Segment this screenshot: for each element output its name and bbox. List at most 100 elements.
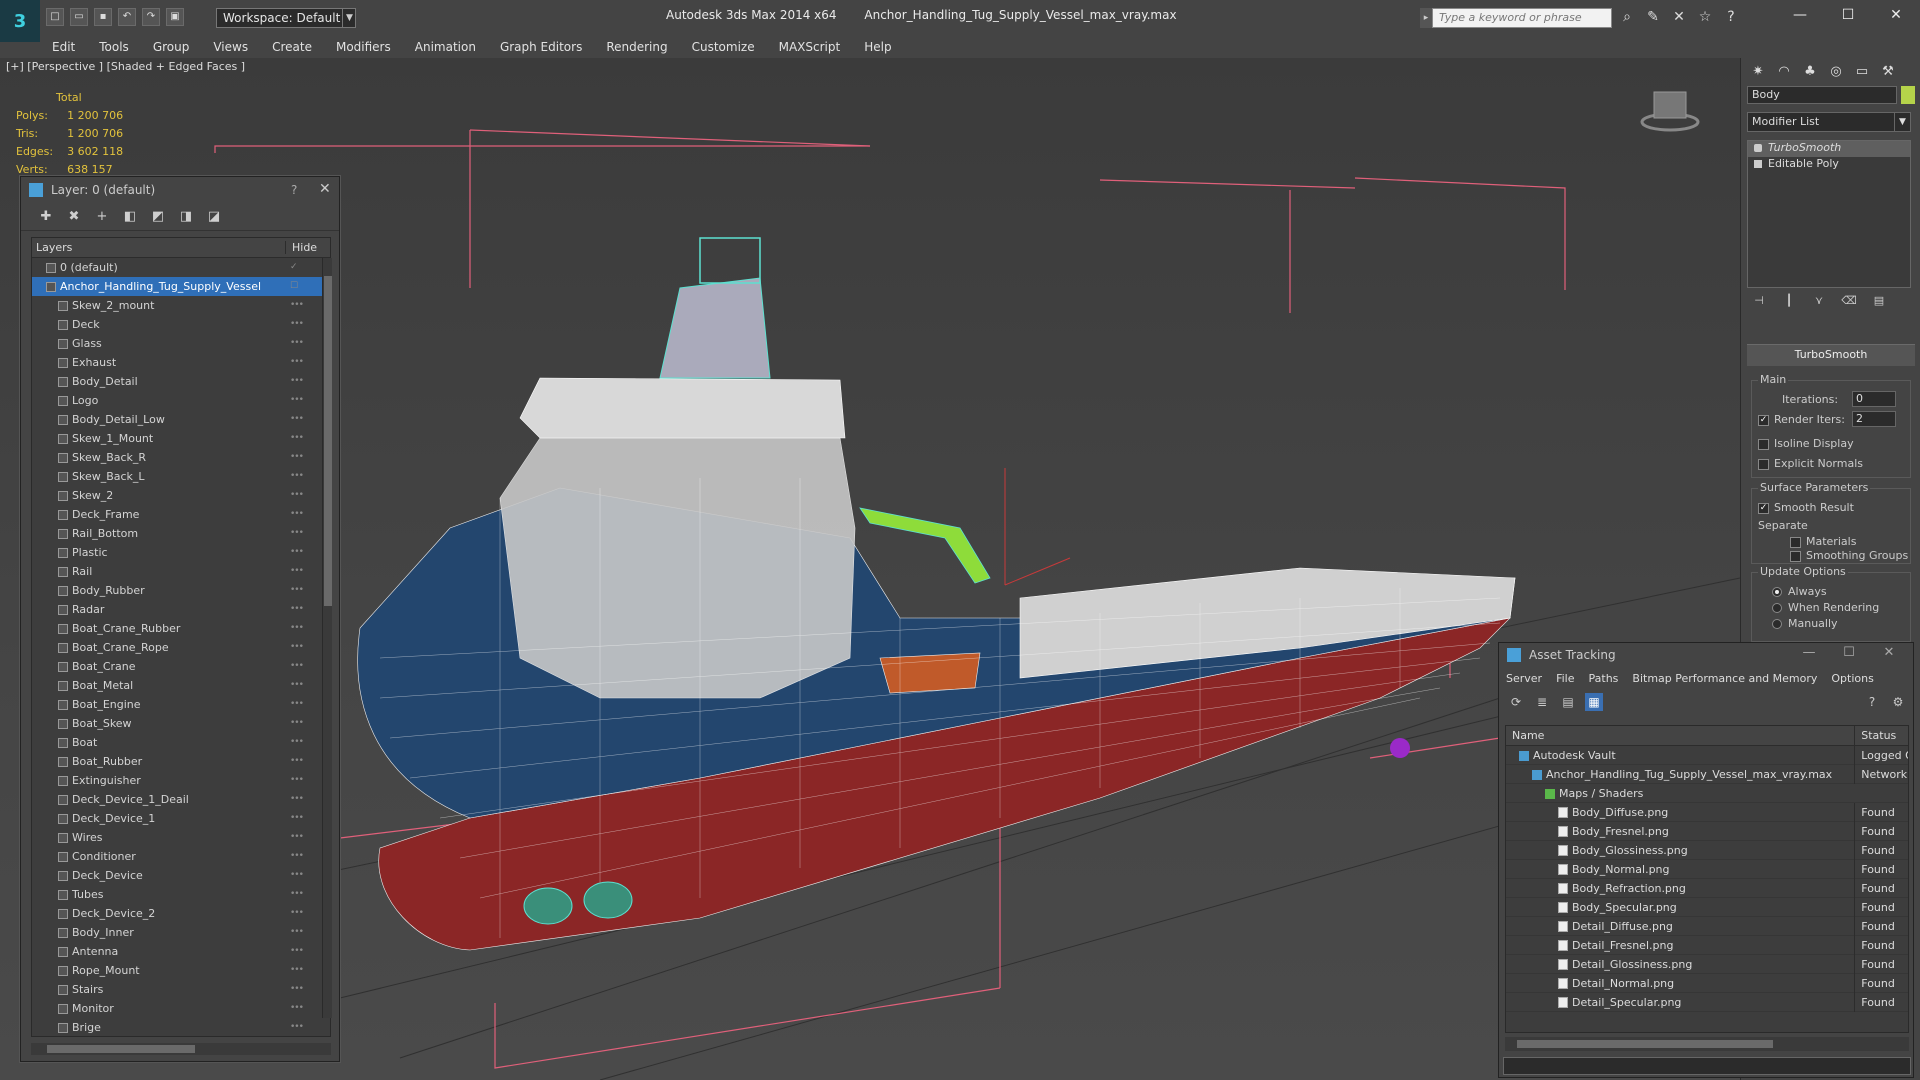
layer-row[interactable]: Exhaust ••• [32,353,330,372]
layer-row[interactable]: Deck_Device_1_Deail ••• [32,790,330,809]
undo-icon[interactable]: ↶ [118,8,136,26]
asset-menu-bitmap-performance-and-memory[interactable]: Bitmap Performance and Memory [1625,672,1824,685]
hide-toggle-icon[interactable]: ☐ [290,281,304,291]
hide-toggle-icon[interactable]: ••• [290,813,304,823]
explicit-normals-checkbox[interactable] [1758,459,1769,470]
turbosmooth-rollout-header[interactable]: TurboSmooth [1747,344,1915,366]
asset-row[interactable]: Body_Refraction.png Found [1506,878,1908,898]
show-end-result-icon[interactable]: ┃ [1781,294,1797,310]
asset-hscroll-thumb[interactable] [1517,1040,1773,1048]
asset-horizontal-scrollbar[interactable] [1505,1037,1909,1051]
asset-close-icon[interactable]: ✕ [1869,645,1909,660]
layer-row[interactable]: Conditioner ••• [32,847,330,866]
hide-toggle-icon[interactable]: ••• [290,870,304,880]
asset-menu-file[interactable]: File [1549,672,1581,685]
hide-toggle-icon[interactable]: ••• [290,585,304,595]
utilities-tab-icon[interactable]: ⚒ [1877,62,1899,82]
hide-toggle-icon[interactable]: ••• [290,775,304,785]
hierarchy-tab-icon[interactable]: ♣ [1799,62,1821,82]
asset-row[interactable]: Detail_Glossiness.png Found [1506,954,1908,974]
layer-row[interactable]: Logo ••• [32,391,330,410]
remove-modifier-icon[interactable]: ⌫ [1841,294,1857,310]
communication-center-icon[interactable]: ✎ [1644,8,1662,26]
layer-vertical-scrollbar[interactable] [322,258,332,1018]
smooth-result-checkbox[interactable]: ✓ [1758,503,1769,514]
layer-row[interactable]: Body_Inner ••• [32,923,330,942]
create-tab-icon[interactable]: ✷ [1747,62,1769,82]
layer-window-titlebar[interactable]: Layer: 0 (default) ? ✕ [21,177,339,203]
asset-settings-icon[interactable]: ⚙ [1889,693,1907,711]
hide-toggle-icon[interactable]: ••• [290,376,304,386]
status-column-header[interactable]: Status [1854,726,1908,745]
layer-row[interactable]: Brige ••• [32,1018,330,1037]
layer-row[interactable]: Anchor_Handling_Tug_Supply_Vessel ☐ [32,277,330,296]
layer-close-icon[interactable]: ✕ [319,181,331,197]
hide-toggle-icon[interactable]: ••• [290,623,304,633]
hide-toggle-icon[interactable]: ••• [290,889,304,899]
layer-scroll-thumb[interactable] [324,276,332,606]
asset-row[interactable]: Detail_Diffuse.png Found [1506,916,1908,936]
menu-animation[interactable]: Animation [403,40,488,54]
layer-row[interactable]: Deck_Device ••• [32,866,330,885]
layer-row[interactable]: Boat_Crane_Rope ••• [32,638,330,657]
layer-row[interactable]: Rope_Mount ••• [32,961,330,980]
menu-tools[interactable]: Tools [87,40,141,54]
workspace-selector[interactable]: Workspace: Default [216,8,356,28]
stack-item-editable-poly[interactable]: Editable Poly [1748,157,1910,173]
hide-toggle-icon[interactable]: ••• [290,300,304,310]
delete-layer-icon[interactable]: ✖ [65,208,83,226]
layer-row[interactable]: Skew_2_mount ••• [32,296,330,315]
stack-item-turbosmooth[interactable]: TurboSmooth [1748,141,1910,157]
layer-row[interactable]: Glass ••• [32,334,330,353]
asset-row[interactable]: Body_Fresnel.png Found [1506,821,1908,841]
asset-row[interactable]: Autodesk Vault Logged O [1506,745,1908,765]
asset-row[interactable]: Detail_Normal.png Found [1506,973,1908,993]
layer-row[interactable]: Skew_Back_R ••• [32,448,330,467]
iterations-spinner[interactable]: 0 [1852,391,1896,407]
layer-row[interactable]: Rail ••• [32,562,330,581]
asset-maximize-icon[interactable]: ☐ [1829,645,1869,660]
workspace-dropdown-icon[interactable]: ▼ [342,8,356,28]
menu-views[interactable]: Views [201,40,260,54]
table-view-icon[interactable]: ▦ [1585,693,1603,711]
layer-row[interactable]: Boat_Rubber ••• [32,752,330,771]
hide-toggle-icon[interactable]: ••• [290,699,304,709]
render-iters-checkbox[interactable]: ✓ [1758,415,1769,426]
hide-toggle-icon[interactable]: ••• [290,965,304,975]
asset-row[interactable]: Anchor_Handling_Tug_Supply_Vessel_max_vr… [1506,764,1908,784]
layer-row[interactable]: 0 (default) ✓ [32,258,330,277]
layer-row[interactable]: Boat_Crane ••• [32,657,330,676]
hide-toggle-icon[interactable]: ••• [290,984,304,994]
asset-tracking-titlebar[interactable]: Asset Tracking — ☐ ✕ [1499,643,1913,667]
freeze-all-icon[interactable]: ◪ [205,208,223,226]
hide-toggle-icon[interactable]: ••• [290,395,304,405]
modifier-list-dropdown[interactable]: Modifier List ▼ [1747,112,1911,132]
hide-toggle-icon[interactable]: ••• [290,452,304,462]
layer-row[interactable]: Extinguisher ••• [32,771,330,790]
hide-toggle-icon[interactable]: ••• [290,433,304,443]
maximize-icon[interactable]: ☐ [1824,0,1872,30]
layer-row[interactable]: Antenna ••• [32,942,330,961]
name-column-header[interactable]: Name [1506,726,1854,745]
layer-row[interactable]: Skew_1_Mount ••• [32,429,330,448]
layer-row[interactable]: Body_Detail_Low ••• [32,410,330,429]
save-file-icon[interactable]: ▪ [94,8,112,26]
hide-toggle-icon[interactable]: ••• [290,509,304,519]
close-icon[interactable]: ✕ [1872,0,1920,30]
layer-row[interactable]: Boat ••• [32,733,330,752]
hide-toggle-icon[interactable]: ••• [290,566,304,576]
layers-column-header[interactable]: Layers [32,241,285,254]
object-name-field[interactable]: Body [1747,86,1897,104]
menu-edit[interactable]: Edit [40,40,87,54]
asset-row[interactable]: Detail_Fresnel.png Found [1506,935,1908,955]
hide-toggle-icon[interactable]: ••• [290,642,304,652]
hide-toggle-icon[interactable]: ••• [290,528,304,538]
menu-customize[interactable]: Customize [680,40,767,54]
add-to-layer-icon[interactable]: + [93,208,111,226]
list-view-icon[interactable]: ≣ [1533,693,1551,711]
hide-toggle-icon[interactable]: ••• [290,319,304,329]
layer-row[interactable]: Tubes ••• [32,885,330,904]
hide-toggle-icon[interactable]: ••• [290,794,304,804]
layer-row[interactable]: Stairs ••• [32,980,330,999]
hide-toggle-icon[interactable]: ••• [290,927,304,937]
